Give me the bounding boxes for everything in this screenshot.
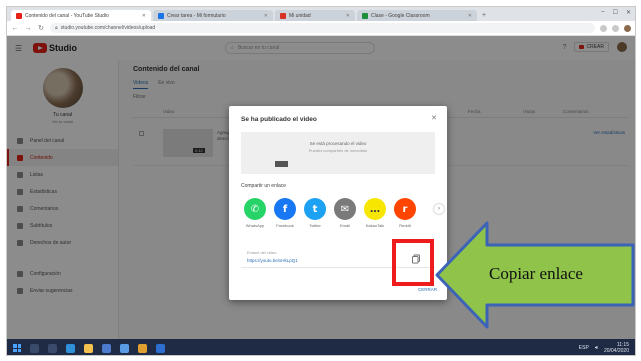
extension-icon[interactable] bbox=[612, 24, 619, 32]
share-name: Email bbox=[339, 223, 350, 228]
share-name: WhatsApp bbox=[245, 223, 265, 228]
photos-icon[interactable] bbox=[156, 343, 165, 353]
processing-subtext: Puedes compartirlo de inmediato bbox=[308, 148, 368, 153]
share-name: Twitter bbox=[309, 223, 321, 228]
youtube-favicon-icon bbox=[16, 12, 22, 19]
video-preview: Se está procesando el video Puedes compa… bbox=[241, 132, 435, 174]
back-arrow-icon[interactable]: ← bbox=[11, 25, 19, 32]
maximize-icon[interactable]: ☐ bbox=[613, 9, 618, 16]
email-icon: ✉ bbox=[334, 198, 356, 220]
copy-link-callout: Copiar enlace bbox=[435, 219, 635, 331]
close-tab-icon[interactable]: ✕ bbox=[264, 13, 268, 19]
browser-tab[interactable]: Clase - Google Classroom ✕ bbox=[357, 10, 477, 21]
video-badge bbox=[275, 161, 288, 167]
extensions-area bbox=[600, 24, 631, 32]
share-reddit-button[interactable]: r Reddit bbox=[391, 198, 419, 228]
close-tab-icon[interactable]: ✕ bbox=[142, 13, 146, 19]
browser-tab[interactable]: Crear tarea - Mi formulario ✕ bbox=[153, 10, 273, 21]
window-controls: – ☐ ✕ bbox=[601, 9, 631, 16]
forms-favicon-icon bbox=[158, 12, 164, 19]
windows-taskbar: ESP 🔊︎ 11:15 20/04/2020 bbox=[7, 339, 635, 355]
reddit-icon: r bbox=[394, 198, 416, 220]
edge-icon[interactable] bbox=[66, 343, 75, 353]
url-text: studio.youtube.com/channel/videos/upload bbox=[60, 25, 156, 31]
share-name: KakaoTalk bbox=[365, 223, 385, 228]
system-tray: ESP 🔊︎ 11:15 20/04/2020 bbox=[579, 342, 629, 354]
facebook-icon: f bbox=[274, 198, 296, 220]
kakaotalk-icon: … bbox=[364, 198, 386, 220]
forward-arrow-icon[interactable]: → bbox=[24, 25, 32, 32]
browser-tab[interactable]: Mi unidad ✕ bbox=[275, 10, 355, 21]
close-tab-icon[interactable]: ✕ bbox=[346, 13, 350, 19]
windows-start-icon[interactable] bbox=[13, 344, 21, 352]
share-whatsapp-button[interactable]: ✆ WhatsApp bbox=[241, 198, 269, 228]
chevron-right-icon[interactable]: › bbox=[434, 204, 444, 214]
star-icon[interactable] bbox=[600, 24, 607, 32]
lock-icon: 🔒︎ bbox=[55, 25, 58, 31]
store-icon[interactable] bbox=[102, 343, 111, 353]
link-label: Enlace del video bbox=[247, 250, 277, 255]
video-link-url[interactable]: https://youtu.be/xHkLpQ1 bbox=[247, 258, 298, 263]
share-buttons: ✆ WhatsApp f Facebook t Twitter ✉ Email … bbox=[241, 198, 444, 234]
browser-tab[interactable]: Contenido del canal - YouTube Studio ✕ bbox=[11, 10, 151, 21]
clock-date: 20/04/2020 bbox=[603, 348, 629, 354]
classroom-favicon-icon bbox=[362, 12, 368, 19]
address-bar: ← → ↻ 🔒︎ studio.youtube.com/channel/vide… bbox=[7, 21, 635, 36]
share-twitter-button[interactable]: t Twitter bbox=[301, 198, 329, 228]
close-icon[interactable]: ✕ bbox=[431, 114, 437, 122]
file-explorer-icon[interactable] bbox=[84, 343, 93, 353]
share-name: Facebook bbox=[276, 223, 294, 228]
twitter-icon: t bbox=[304, 198, 326, 220]
mail-icon[interactable] bbox=[120, 343, 129, 353]
close-tab-icon[interactable]: ✕ bbox=[468, 13, 472, 19]
browser-tab-label: Mi unidad bbox=[289, 12, 311, 19]
processing-text: Se está procesando el video bbox=[309, 141, 367, 146]
chrome-icon[interactable] bbox=[138, 343, 147, 353]
dialog-title: Se ha publicado el video bbox=[241, 116, 317, 123]
copy-highlight-box bbox=[392, 239, 434, 286]
new-tab-button[interactable]: + bbox=[479, 10, 489, 21]
minimize-icon[interactable]: – bbox=[601, 9, 604, 16]
clock[interactable]: 11:15 20/04/2020 bbox=[604, 342, 629, 354]
browser-tab-label: Clase - Google Classroom bbox=[371, 12, 430, 19]
share-facebook-button[interactable]: f Facebook bbox=[271, 198, 299, 228]
volume-icon[interactable]: 🔊︎ bbox=[595, 345, 598, 351]
search-taskbar-icon[interactable] bbox=[30, 343, 39, 353]
close-window-icon[interactable]: ✕ bbox=[626, 9, 631, 16]
share-email-button[interactable]: ✉ Email bbox=[331, 198, 359, 228]
share-name: Reddit bbox=[399, 223, 411, 228]
browser-tab-bar: Contenido del canal - YouTube Studio ✕ C… bbox=[7, 7, 635, 21]
profile-avatar-icon[interactable] bbox=[624, 24, 631, 32]
url-field[interactable]: 🔒︎ studio.youtube.com/channel/videos/upl… bbox=[50, 23, 595, 33]
callout-text: Copiar enlace bbox=[489, 264, 583, 283]
screenshot-frame: Contenido del canal - YouTube Studio ✕ C… bbox=[6, 6, 636, 356]
reload-icon[interactable]: ↻ bbox=[37, 24, 45, 32]
share-kakaotalk-button[interactable]: … KakaoTalk bbox=[361, 198, 389, 228]
task-view-icon[interactable] bbox=[48, 343, 57, 353]
share-label: Compartir un enlace bbox=[241, 183, 287, 189]
whatsapp-icon: ✆ bbox=[244, 198, 266, 220]
drive-favicon-icon bbox=[280, 12, 286, 19]
language-indicator[interactable]: ESP bbox=[579, 345, 589, 351]
browser-tab-label: Crear tarea - Mi formulario bbox=[167, 12, 226, 19]
browser-tab-label: Contenido del canal - YouTube Studio bbox=[25, 12, 109, 19]
